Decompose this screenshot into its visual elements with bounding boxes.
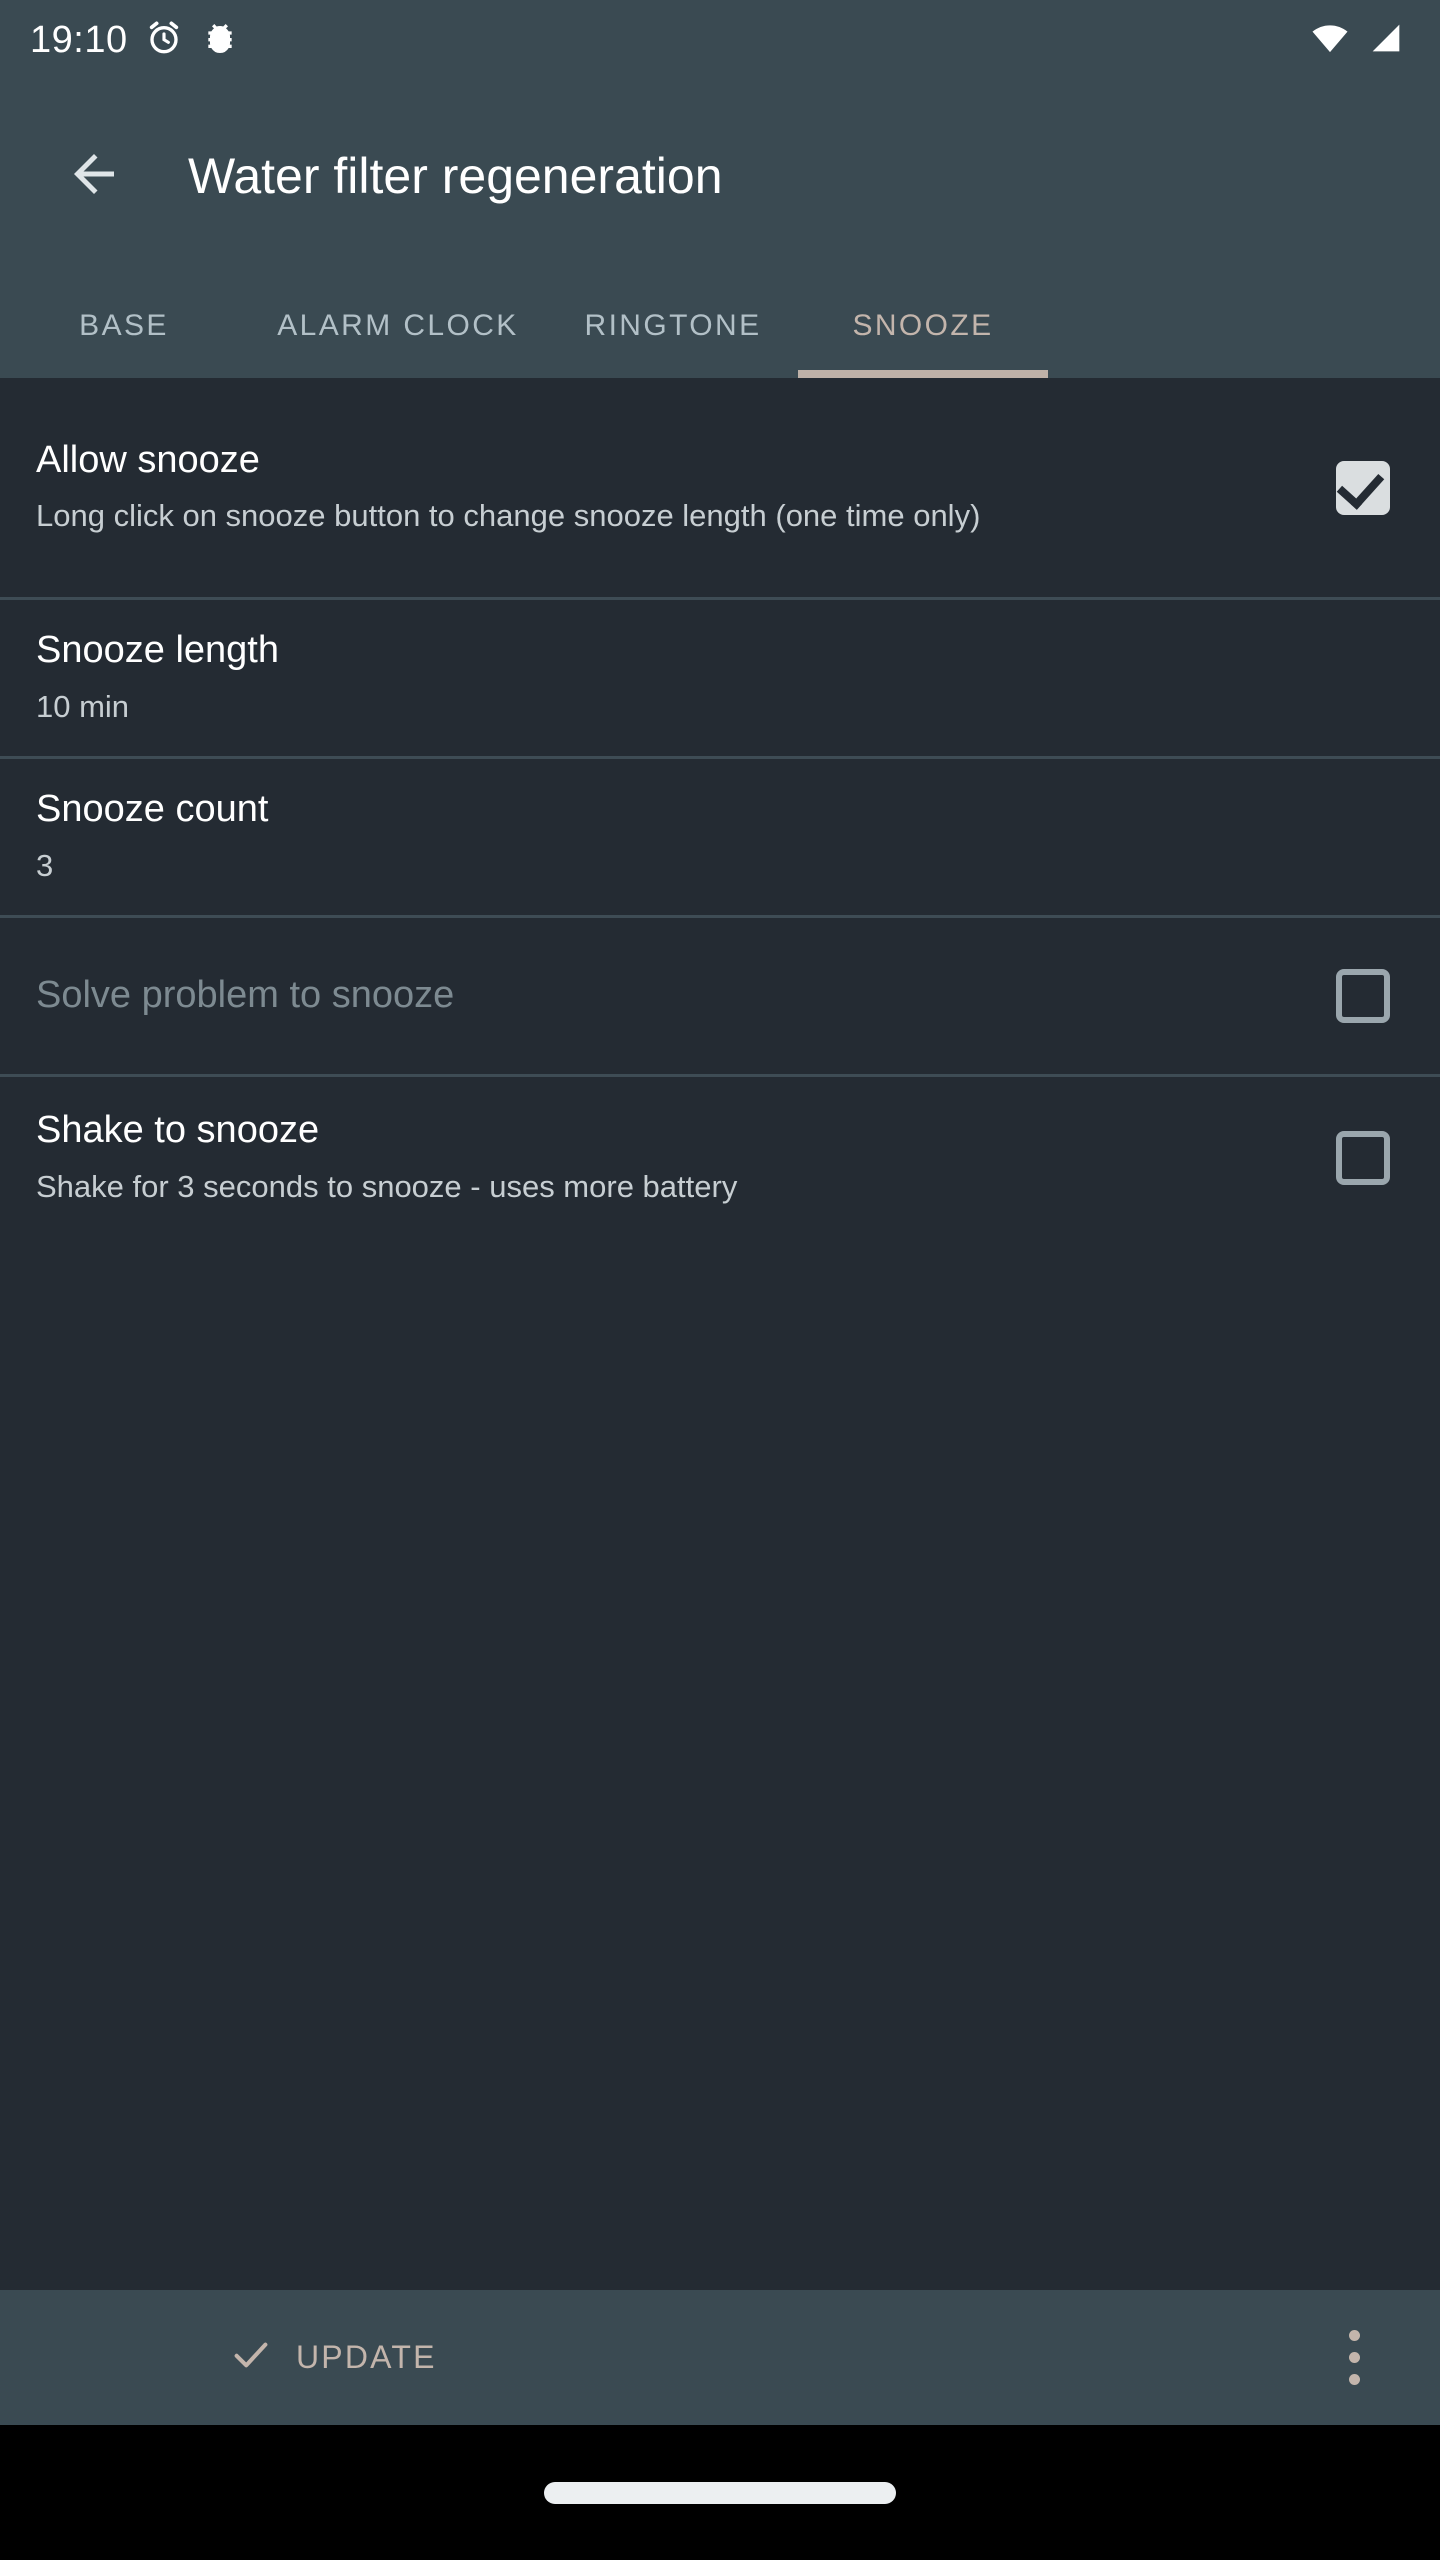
setting-title: Snooze count [36,788,269,830]
checkbox-solve-problem-to-snooze [1336,969,1390,1023]
setting-title: Allow snooze [36,438,260,481]
alarm-clock-icon [144,18,184,63]
setting-value: 10 min [36,688,130,724]
setting-text-allow-snooze: Allow snooze Long click on snooze button… [36,439,1336,537]
tab-ringtone[interactable]: RINGTONE [548,273,798,378]
setting-row-shake-to-snooze[interactable]: Shake to snooze Shake for 3 seconds to s… [0,1077,1440,1239]
cellular-signal-icon [1366,18,1406,63]
setting-row-snooze-length[interactable]: Snooze length 10 min [0,600,1440,759]
home-gesture-pill[interactable] [544,2481,896,2504]
setting-text-shake-to-snooze: Shake to snooze Shake for 3 seconds to s… [36,1109,1336,1207]
setting-text-snooze-length: Snooze length 10 min [36,629,1404,727]
settings-list: Allow snooze Long click on snooze button… [0,378,1440,2345]
check-icon [228,2332,274,2383]
phone-screen: 19:10 Water filter regeneration BASE ALA… [0,0,1440,2560]
app-bar: Water filter regeneration [0,80,1440,273]
status-clock: 19:10 [30,19,128,61]
setting-text-snooze-count: Snooze count 3 [36,788,1404,886]
check-icon [1336,460,1385,510]
checkbox-shake-to-snooze[interactable] [1336,1131,1390,1185]
overflow-dot [1348,2352,1360,2363]
bug-report-icon [200,18,240,63]
setting-row-solve-problem-to-snooze: Solve problem to snooze [0,918,1440,1077]
setting-subtitle: Long click on snooze button to change sn… [36,498,981,534]
page-title: Water filter regeneration [188,148,723,204]
setting-text-solve-problem: Solve problem to snooze [36,974,1336,1018]
more-vert-icon[interactable] [1314,2308,1394,2408]
update-button[interactable]: UPDATE [228,2332,437,2383]
overflow-dot [1348,2374,1360,2385]
overflow-dot [1348,2330,1360,2341]
back-button[interactable] [38,121,150,233]
tab-base[interactable]: BASE [0,273,248,378]
status-bar-right [1310,18,1406,63]
setting-row-snooze-count[interactable]: Snooze count 3 [0,759,1440,918]
bottom-action-bar: UPDATE [0,2290,1440,2425]
tab-alarm-clock[interactable]: ALARM CLOCK [248,273,548,378]
update-button-label: UPDATE [296,2339,437,2375]
setting-row-allow-snooze[interactable]: Allow snooze Long click on snooze button… [0,378,1440,600]
system-navigation-bar [0,2425,1440,2560]
setting-title: Shake to snooze [36,1109,320,1151]
wifi-icon [1310,18,1350,63]
setting-title: Solve problem to snooze [36,974,455,1017]
setting-value: 3 [36,847,54,883]
status-bar-left: 19:10 [30,18,240,63]
setting-title: Snooze length [36,629,279,671]
setting-subtitle: Shake for 3 seconds to snooze - uses mor… [36,1168,738,1204]
tab-bar: BASE ALARM CLOCK RINGTONE SNOOZE [0,273,1440,378]
status-bar: 19:10 [0,0,1440,80]
tab-snooze[interactable]: SNOOZE [798,273,1048,378]
checkbox-allow-snooze[interactable] [1336,460,1390,515]
arrow-back-icon [64,144,124,209]
